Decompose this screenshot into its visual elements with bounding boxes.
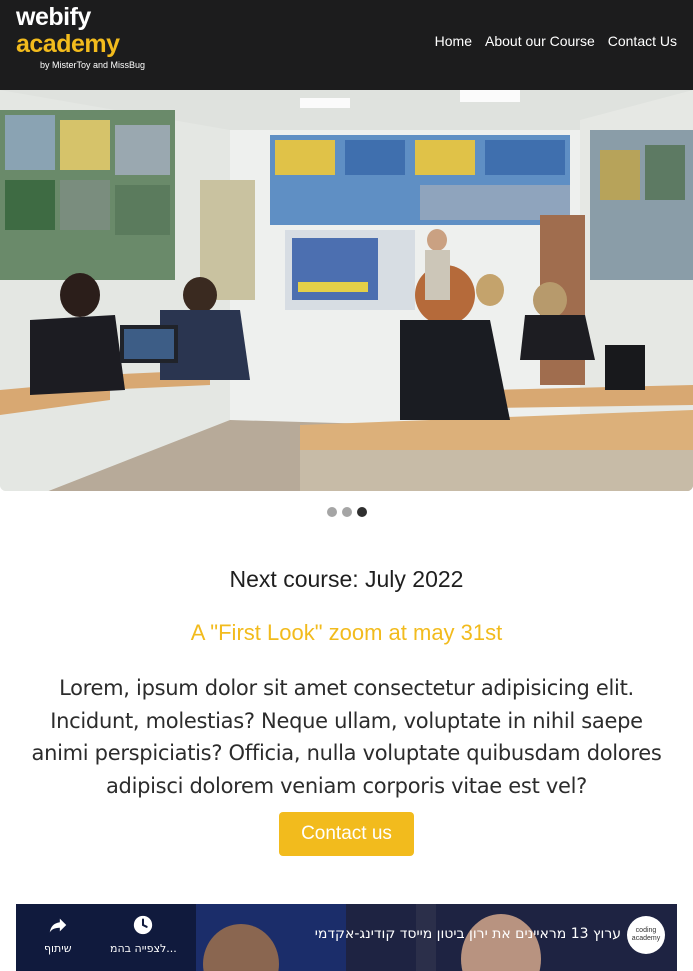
logo-tagline: by MisterToy and MissBug [40, 60, 146, 70]
logo-wordmark-academy: academy [16, 30, 120, 58]
main-nav: Home About our Course Contact Us [435, 33, 677, 49]
nav-about-link[interactable]: About our Course [485, 33, 595, 49]
first-look-subheading: A "First Look" zoom at may 31st [190, 620, 503, 645]
carousel-dot-3-active[interactable] [356, 507, 367, 517]
share-label: שיתוף [44, 942, 72, 955]
carousel-dot-2[interactable] [341, 507, 352, 517]
site-header: webify academy by MisterToy and MissBug … [0, 0, 693, 90]
logo-wordmark-webify: webify [16, 3, 91, 31]
channel-avatar[interactable]: coding academy [627, 916, 665, 954]
share-icon [49, 918, 67, 933]
next-course-heading: Next course: July 2022 [229, 566, 464, 592]
nav-contact-link[interactable]: Contact Us [608, 33, 677, 49]
video-title[interactable]: ערוץ 13 מראיינים את ירון ביטון מייסד קוד… [315, 926, 621, 942]
clock-icon [134, 915, 153, 935]
carousel-dot-1[interactable] [326, 507, 337, 517]
embedded-video-player[interactable]: coding academy ערוץ 13 מראיינים את ירון … [16, 904, 677, 971]
carousel-indicators [0, 507, 693, 517]
course-description: Lorem, ipsum dolor sit amet consectetur … [31, 676, 662, 798]
logo[interactable]: webify academy by MisterToy and MissBug [16, 3, 166, 83]
contact-us-button[interactable]: Contact us [279, 812, 414, 856]
share-button[interactable]: שיתוף [44, 914, 72, 955]
nav-home-link[interactable]: Home [435, 33, 472, 49]
classroom-photo [0, 90, 693, 491]
watch-later-label: לצפייה בהמ... [110, 942, 177, 955]
hero-carousel-image[interactable] [0, 90, 693, 491]
watch-later-button[interactable]: לצפייה בהמ... [110, 914, 177, 955]
